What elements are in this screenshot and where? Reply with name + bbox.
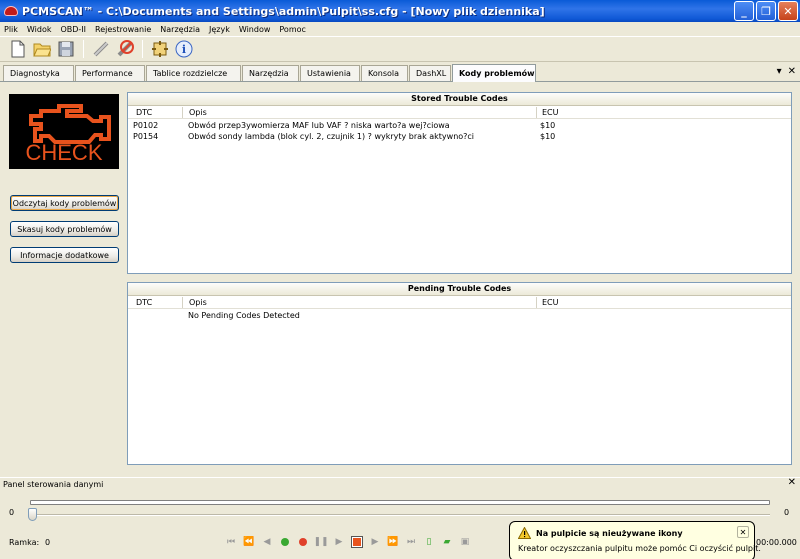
rewind-fast-icon[interactable]: ⏪ <box>243 536 255 548</box>
menu-jezyk[interactable]: Język <box>209 25 230 34</box>
column-dtc[interactable]: DTC <box>136 298 152 307</box>
ecu-cell: $10 <box>540 132 556 141</box>
save-disk-icon[interactable] <box>56 39 76 59</box>
stored-column-header: DTC Opis ECU <box>128 106 791 119</box>
record-green-icon[interactable] <box>279 536 291 548</box>
dtc-cell: P0154 <box>133 132 159 141</box>
maximize-button[interactable]: ❐ <box>756 1 776 21</box>
progress-track <box>30 500 770 505</box>
column-ecu[interactable]: ECU <box>542 298 559 307</box>
app-icon <box>4 6 18 16</box>
menu-rejestrowanie[interactable]: Rejestrowanie <box>95 25 151 34</box>
tab-tablice-rozdzielcze[interactable]: Tablice rozdzielcze <box>146 65 241 81</box>
step-back-icon[interactable]: ◀ <box>261 536 273 548</box>
toolbar-separator <box>142 40 143 58</box>
frame-label: Ramka: <box>9 538 40 547</box>
engine-outline-icon <box>29 104 111 144</box>
data-panel-title: Panel sterowania danymi <box>0 477 800 491</box>
new-file-icon[interactable] <box>8 39 28 59</box>
open-log-icon[interactable]: ▰ <box>441 536 453 548</box>
play-icon[interactable]: ▶ <box>333 536 345 548</box>
tab-narzedzia[interactable]: Narzędzia <box>242 65 299 81</box>
menu-obd2[interactable]: OBD-II <box>60 25 86 34</box>
menu-narzedzia[interactable]: Narzędzia <box>160 25 200 34</box>
slider-max-label: 0 <box>784 508 790 517</box>
menu-bar: Plik Widok OBD-II Rejestrowanie Narzędzi… <box>0 22 800 36</box>
menu-window[interactable]: Window <box>239 25 271 34</box>
column-ecu[interactable]: ECU <box>542 108 559 117</box>
menu-plik[interactable]: Plik <box>4 25 18 34</box>
stop-icon[interactable] <box>351 536 363 548</box>
balloon-text: Kreator oczyszczania pulpitu może pomóc … <box>518 544 761 553</box>
fast-forward-icon[interactable]: ⏩ <box>387 536 399 548</box>
check-label: CHECK <box>25 140 102 165</box>
pending-column-header: DTC Opis ECU <box>128 296 791 309</box>
ecu-cell: $10 <box>540 121 556 130</box>
info-icon[interactable]: i <box>174 39 194 59</box>
toolbar: i <box>0 36 800 62</box>
disconnect-icon[interactable] <box>115 39 135 59</box>
slider-min-label: 0 <box>9 508 15 517</box>
data-panel-close-icon[interactable]: ✕ <box>788 477 796 488</box>
notification-balloon[interactable]: Na pulpicie są nieużywane ikony Kreator … <box>509 521 761 559</box>
balloon-close-icon[interactable]: ✕ <box>737 526 749 538</box>
table-row[interactable]: P0154 Obwód sondy lambda (blok cyl. 2, c… <box>128 131 791 142</box>
playback-slider-thumb[interactable] <box>28 508 37 521</box>
open-folder-icon[interactable] <box>32 39 52 59</box>
description-cell: Obwód przep3ywomierza MAF lub VAF ? nisk… <box>188 121 450 130</box>
tab-close-icon[interactable]: ✕ <box>788 66 796 77</box>
skip-end-icon[interactable]: ⏭ <box>405 536 417 548</box>
skip-start-icon[interactable]: ⏮ <box>225 536 237 548</box>
new-log-icon[interactable]: ▯ <box>423 536 435 548</box>
column-opis[interactable]: Opis <box>189 108 207 117</box>
stored-codes-panel: Stored Trouble Codes DTC Opis ECU P0102 … <box>127 92 792 274</box>
stored-codes-title: Stored Trouble Codes <box>128 93 791 106</box>
time-display: 00:00.000 <box>756 538 797 547</box>
tab-diagnostyka[interactable]: Diagnostyka <box>3 65 74 81</box>
table-row[interactable]: No Pending Codes Detected <box>128 310 791 321</box>
close-button[interactable]: ✕ <box>778 1 798 21</box>
additional-info-button[interactable]: Informacje dodatkowe <box>10 247 119 263</box>
dtc-cell: P0102 <box>133 121 159 130</box>
settings-icon[interactable] <box>150 39 170 59</box>
warning-icon <box>518 527 531 539</box>
pending-codes-title: Pending Trouble Codes <box>128 283 791 296</box>
balloon-title: Na pulpicie są nieużywane ikony <box>536 528 683 538</box>
table-row[interactable]: P0102 Obwód przep3ywomierza MAF lub VAF … <box>128 120 791 131</box>
check-engine-icon: CHECK <box>9 94 119 169</box>
column-opis[interactable]: Opis <box>189 298 207 307</box>
menu-pomoc[interactable]: Pomoc <box>279 25 306 34</box>
tab-bar: Diagnostyka Performance Tablice rozdziel… <box>0 63 800 82</box>
minimize-button[interactable]: _ <box>734 1 754 21</box>
tab-ustawienia[interactable]: Ustawienia <box>300 65 360 81</box>
pause-icon[interactable]: ❚❚ <box>313 536 328 548</box>
playback-controls: ⏮ ⏪ ◀ ❚❚ ▶ ▶ ⏩ ⏭ ▯ ▰ ▣ <box>225 535 471 549</box>
frame-value: 0 <box>45 538 51 547</box>
record-red-icon[interactable] <box>297 536 309 548</box>
clear-codes-button[interactable]: Skasuj kody problemów <box>10 221 119 237</box>
toolbar-separator <box>83 40 84 58</box>
description-cell: Obwód sondy lambda (blok cyl. 2, czujnik… <box>188 132 475 141</box>
window-title: PCMSCAN™ - C:\Documents and Settings\adm… <box>22 4 545 18</box>
save-log-icon[interactable]: ▣ <box>459 536 471 548</box>
tab-konsola[interactable]: Konsola <box>361 65 408 81</box>
playback-slider[interactable] <box>30 514 770 516</box>
menu-widok[interactable]: Widok <box>27 25 52 34</box>
tab-dashxl[interactable]: DashXL <box>409 65 451 81</box>
step-forward-icon[interactable]: ▶ <box>369 536 381 548</box>
connect-icon[interactable] <box>91 39 111 59</box>
pending-codes-panel: Pending Trouble Codes DTC Opis ECU No Pe… <box>127 282 792 465</box>
tab-kody-problemow[interactable]: Kody problemów <box>452 64 536 82</box>
svg-text:i: i <box>182 43 186 56</box>
description-cell: No Pending Codes Detected <box>188 311 300 320</box>
title-bar: PCMSCAN™ - C:\Documents and Settings\adm… <box>0 0 800 22</box>
tab-performance[interactable]: Performance <box>75 65 145 81</box>
tab-dropdown-icon[interactable]: ▾ <box>777 66 782 77</box>
read-codes-button[interactable]: Odczytaj kody problemów <box>10 195 119 211</box>
column-dtc[interactable]: DTC <box>136 108 152 117</box>
